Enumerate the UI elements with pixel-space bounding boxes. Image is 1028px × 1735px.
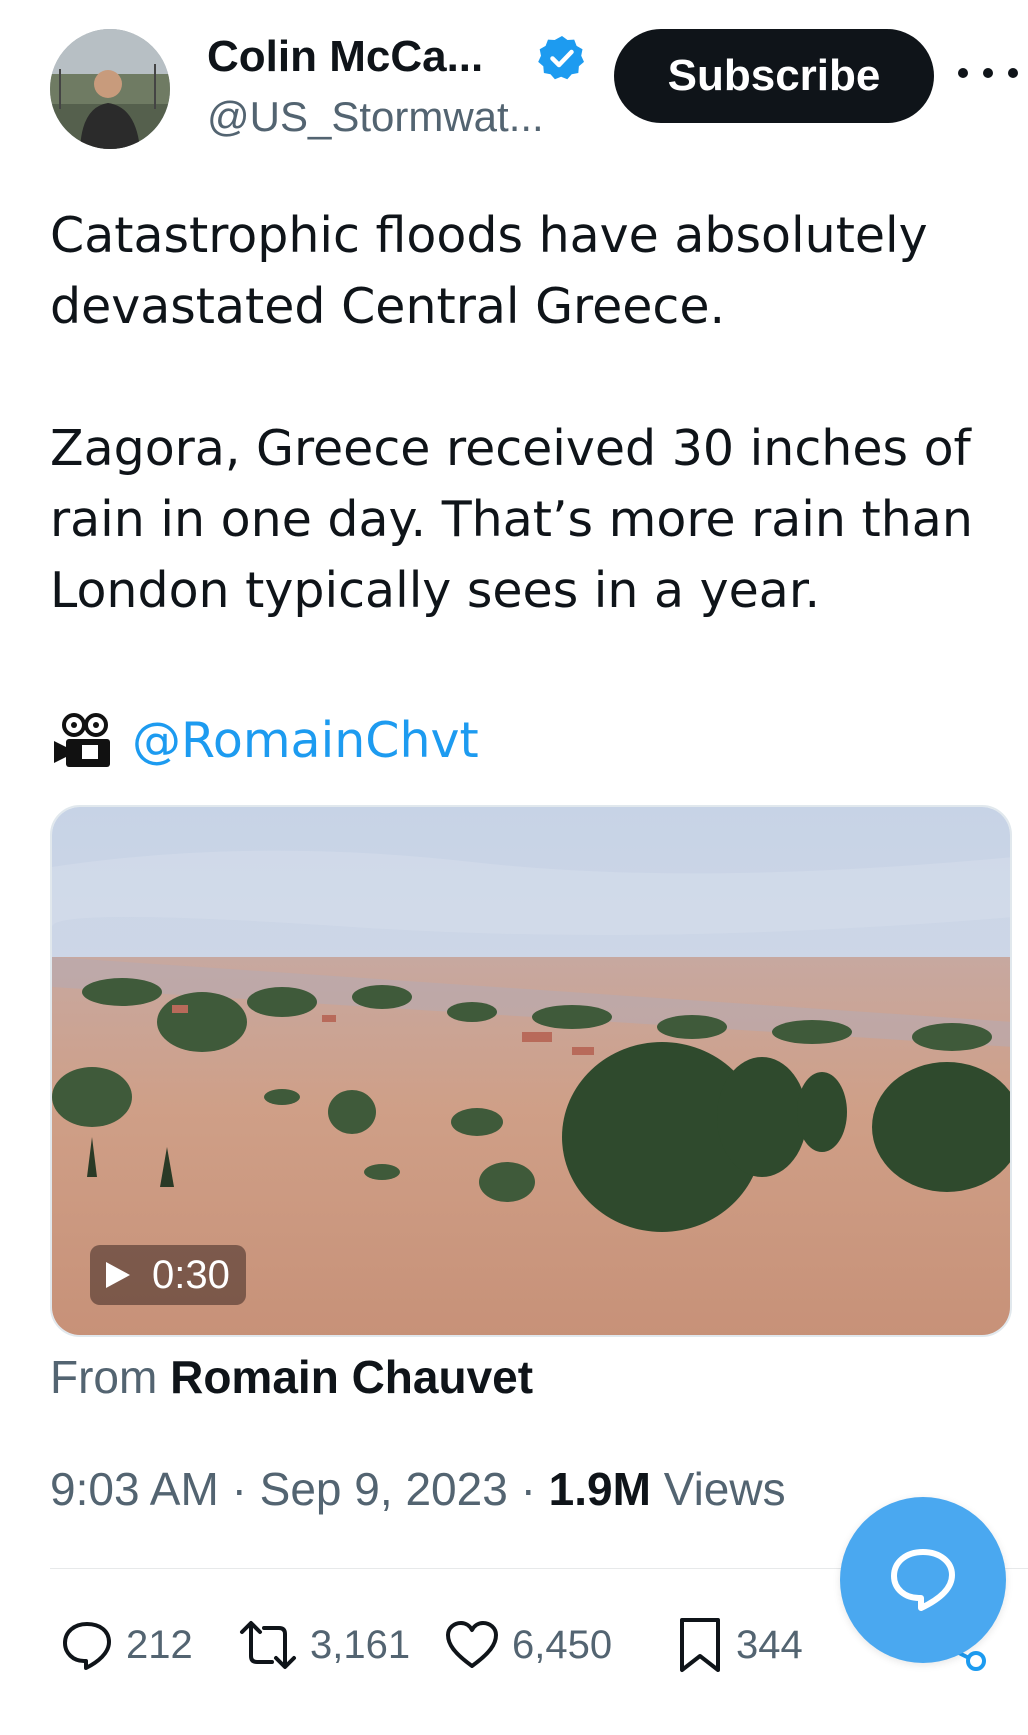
like-count: 6,450: [512, 1622, 613, 1667]
video-duration-badge: 0:30: [90, 1245, 246, 1305]
tweet-line: Zagora, Greece received 30 inches of: [50, 420, 971, 477]
tweet-text: Catastrophic floods have absolutely deva…: [50, 200, 1010, 626]
subscribe-button[interactable]: Subscribe: [614, 29, 934, 123]
meta-separator: ·: [231, 1463, 247, 1515]
video-duration: 0:30: [152, 1252, 230, 1297]
video-credit: @RomainChvt: [52, 710, 479, 770]
tweet-date[interactable]: Sep 9, 2023: [260, 1463, 508, 1515]
bookmark-count: 344: [736, 1622, 803, 1667]
movie-camera-icon: [54, 713, 110, 767]
chat-bubble-icon: [891, 1549, 955, 1611]
more-options-icon[interactable]: [958, 58, 1018, 88]
reply-icon: [63, 1622, 111, 1670]
tweet-line: rain in one day. That’s more rain than: [50, 491, 973, 548]
reply-count: 212: [126, 1622, 193, 1667]
tweet-line: Catastrophic floods have absolutely: [50, 207, 928, 264]
author-name[interactable]: Colin McCa...: [207, 32, 483, 82]
tweet-line: devastated Central Greece.: [50, 278, 726, 335]
views-label: Views: [663, 1463, 786, 1515]
heart-icon: [446, 1621, 498, 1668]
repost-count: 3,161: [310, 1622, 411, 1667]
from-prefix: From: [50, 1351, 158, 1403]
video-source: From Romain Chauvet: [50, 1350, 533, 1404]
video-player[interactable]: 0:30: [50, 805, 1012, 1337]
verified-badge-icon: [538, 36, 584, 80]
like-button[interactable]: 6,450: [444, 1610, 612, 1680]
author-avatar[interactable]: [50, 29, 170, 149]
play-icon[interactable]: [106, 1262, 130, 1288]
compose-reply-fab[interactable]: [840, 1497, 1006, 1663]
tweet-line: London typically sees in a year.: [50, 562, 821, 619]
from-name[interactable]: Romain Chauvet: [170, 1351, 533, 1403]
bookmark-button[interactable]: 344: [676, 1610, 803, 1680]
credit-mention-link[interactable]: @RomainChvt: [132, 712, 479, 769]
author-handle[interactable]: @US_Stormwat...: [207, 93, 544, 141]
repost-button[interactable]: 3,161: [238, 1610, 410, 1680]
views-count: 1.9M: [548, 1463, 651, 1515]
meta-separator: ·: [520, 1463, 536, 1515]
bookmark-icon: [680, 1618, 720, 1672]
repost-icon: [240, 1621, 296, 1669]
tweet-time[interactable]: 9:03 AM: [50, 1463, 219, 1515]
reply-button[interactable]: 212: [60, 1610, 193, 1680]
tweet-meta: 9:03 AM · Sep 9, 2023 · 1.9M Views: [50, 1462, 786, 1516]
tweet-header: Colin McCa... @US_Stormwat... Subscribe: [0, 0, 1028, 160]
